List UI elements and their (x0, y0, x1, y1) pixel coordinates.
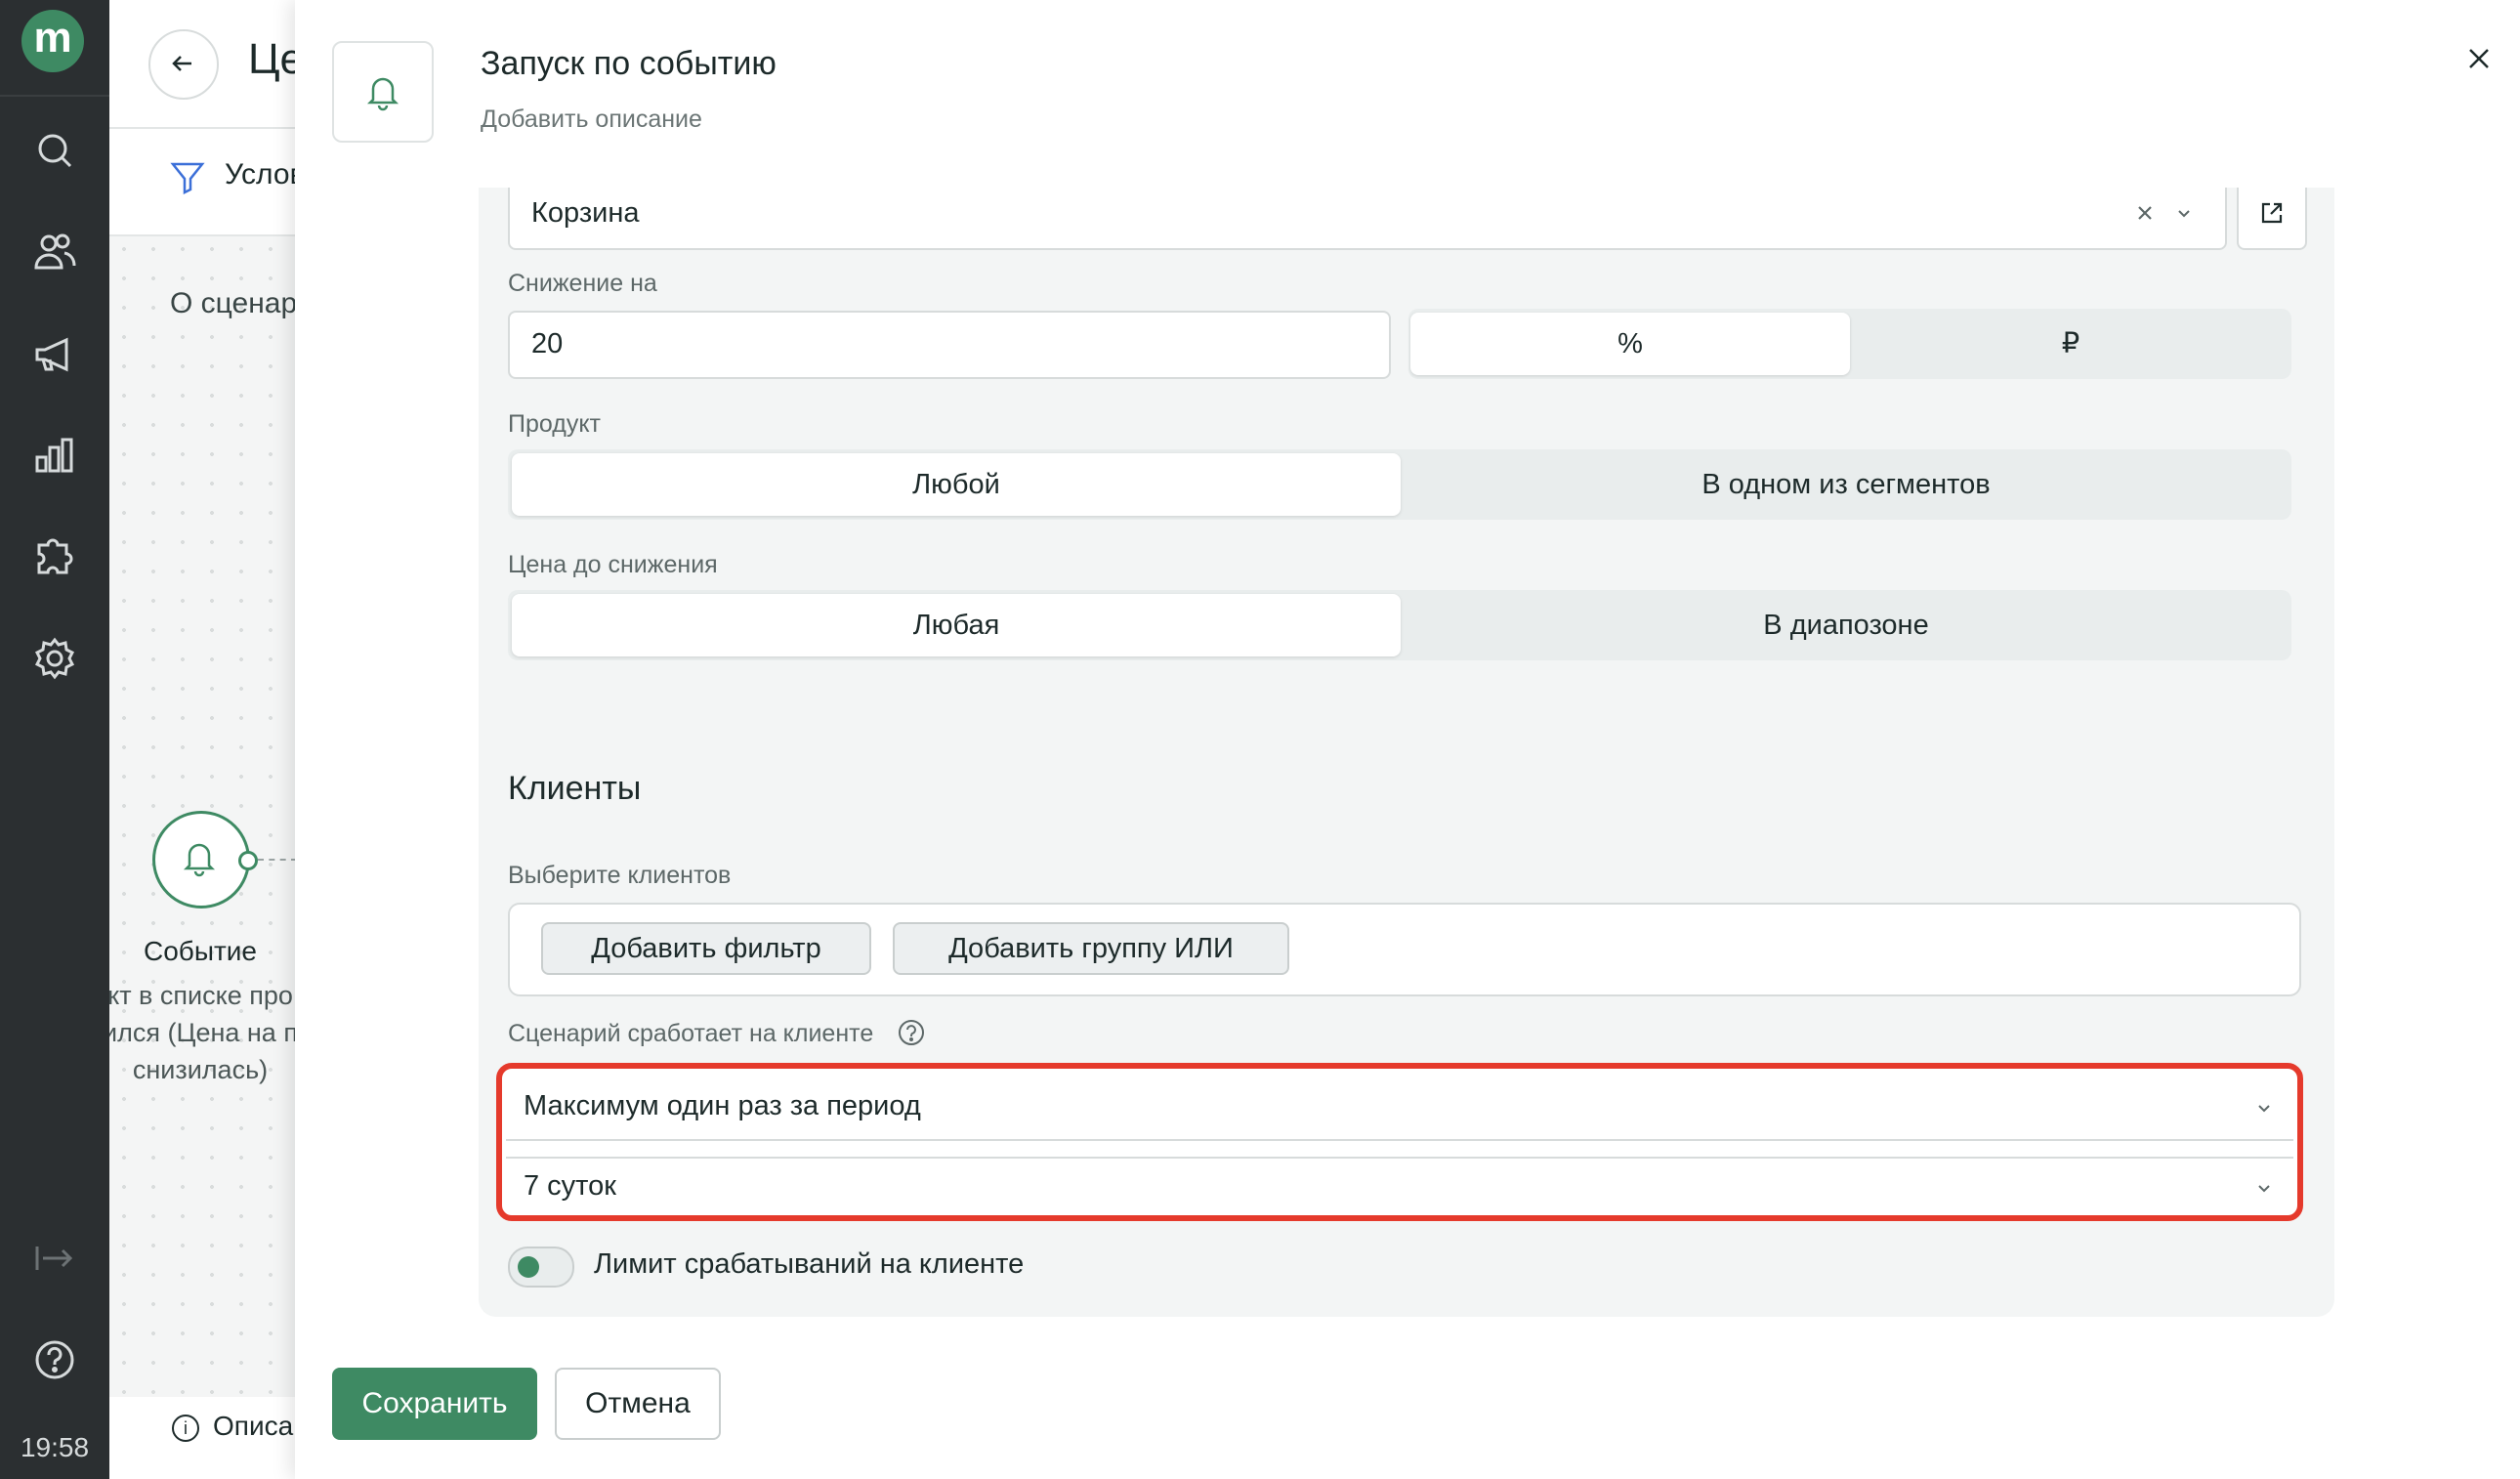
decrease-value: 20 (531, 328, 564, 359)
tab-conditions[interactable]: Услов (225, 158, 295, 191)
product-label: Продукт (508, 410, 601, 438)
modal-title[interactable]: Запуск по событию (481, 45, 777, 83)
question-icon[interactable] (897, 1018, 926, 1047)
background-scenario-page: Це Услов О сценар Событие кт в списке пр… (109, 0, 295, 1479)
client-filter-box: Добавить фильтр Добавить группу ИЛИ (508, 903, 2301, 996)
trigger-mode-select[interactable]: Максимум один раз за период (506, 1073, 2293, 1141)
save-button[interactable]: Сохранить (332, 1368, 537, 1440)
decrease-label: Снижение на (508, 270, 657, 297)
trigger-mode-value: Максимум один раз за период (524, 1090, 921, 1121)
analytics-icon[interactable] (27, 428, 82, 483)
cart-select-value: Корзина (531, 197, 640, 229)
cart-select[interactable]: Корзина (508, 188, 2227, 250)
cancel-button[interactable]: Отмена (555, 1368, 721, 1440)
description-link[interactable]: i Описа (172, 1411, 293, 1442)
add-description-link[interactable]: Добавить описание (481, 106, 702, 134)
unit-switch: % ₽ (1408, 309, 2291, 379)
period-value: 7 суток (524, 1170, 616, 1202)
app-logo[interactable]: m (21, 10, 84, 72)
add-or-group-button[interactable]: Добавить группу ИЛИ (893, 922, 1289, 975)
event-node-description: кт в списке про ился (Цена на п снизилас… (109, 981, 295, 1084)
limit-toggle[interactable] (508, 1247, 574, 1288)
chevron-down-icon[interactable] (2254, 1098, 2274, 1118)
select-clients-label: Выберите клиентов (508, 862, 732, 889)
modal-scroll-area[interactable]: Корзина Снижение на 20 % ₽ Продукт Любой… (295, 188, 2520, 1331)
trigger-icon-box (332, 41, 434, 143)
clients-card: Клиенты Выберите клиентов Добавить фильт… (479, 731, 2334, 1317)
bell-icon (183, 843, 216, 877)
about-scenario-label[interactable]: О сценар (170, 287, 295, 320)
clock: 19:58 (20, 1432, 90, 1462)
page-footer: i Описа (109, 1397, 295, 1479)
unit-ruble[interactable]: ₽ (1852, 313, 2289, 375)
trigger-settings-highlight: Максимум один раз за период 7 суток (496, 1063, 2303, 1221)
price-before-label: Цена до снижения (508, 551, 718, 578)
collapse-icon[interactable] (27, 1231, 82, 1286)
event-node[interactable] (152, 811, 250, 909)
clear-icon[interactable] (2133, 201, 2157, 225)
back-button[interactable] (148, 29, 219, 100)
decrease-input[interactable]: 20 (508, 311, 1391, 379)
chevron-down-icon[interactable] (2174, 203, 2194, 223)
bell-icon (366, 77, 399, 111)
price-any-option[interactable]: Любая (512, 594, 1401, 656)
external-link-icon (2261, 202, 2283, 224)
price-before-switch: Любая В диапозоне (508, 590, 2291, 660)
settings-icon[interactable] (27, 631, 82, 686)
add-filter-button[interactable]: Добавить фильтр (541, 922, 871, 975)
sidebar-divider (0, 95, 109, 97)
event-trigger-modal: Запуск по событию Добавить описание Корз… (295, 0, 2520, 1479)
unit-percent[interactable]: % (1410, 313, 1850, 375)
search-icon[interactable] (27, 123, 82, 178)
arrow-left-icon (172, 56, 191, 71)
page-header: Це (109, 0, 295, 129)
period-select[interactable]: 7 суток (506, 1157, 2293, 1215)
product-any-option[interactable]: Любой (512, 453, 1401, 516)
puzzle-icon[interactable] (27, 529, 82, 584)
info-icon: i (172, 1414, 199, 1442)
toggle-knob (518, 1256, 539, 1278)
filter-icon (170, 162, 205, 195)
node-connector[interactable] (238, 851, 258, 870)
help-icon[interactable] (27, 1332, 82, 1387)
event-node-label: Событие (144, 936, 257, 966)
clients-heading: Клиенты (508, 770, 642, 807)
node-link-line (258, 859, 295, 861)
users-icon[interactable] (27, 225, 82, 279)
trigger-label: Сценарий сработает на клиенте (508, 1020, 874, 1047)
description-link-label: Описа (213, 1411, 294, 1441)
limit-label: Лимит срабатываний на клиенте (594, 1248, 1025, 1280)
main-sidebar: m 19:58 (0, 0, 109, 1479)
price-range-option[interactable]: В диапозоне (1403, 594, 2289, 656)
page-title: Це (248, 35, 295, 83)
megaphone-icon[interactable] (27, 326, 82, 381)
conditions-tab-row: Услов (109, 129, 295, 236)
chevron-down-icon[interactable] (2254, 1178, 2274, 1198)
open-external-button[interactable] (2237, 188, 2307, 250)
product-segment-option[interactable]: В одном из сегментов (1403, 453, 2289, 516)
product-switch: Любой В одном из сегментов (508, 449, 2291, 520)
close-icon[interactable] (2459, 39, 2499, 78)
